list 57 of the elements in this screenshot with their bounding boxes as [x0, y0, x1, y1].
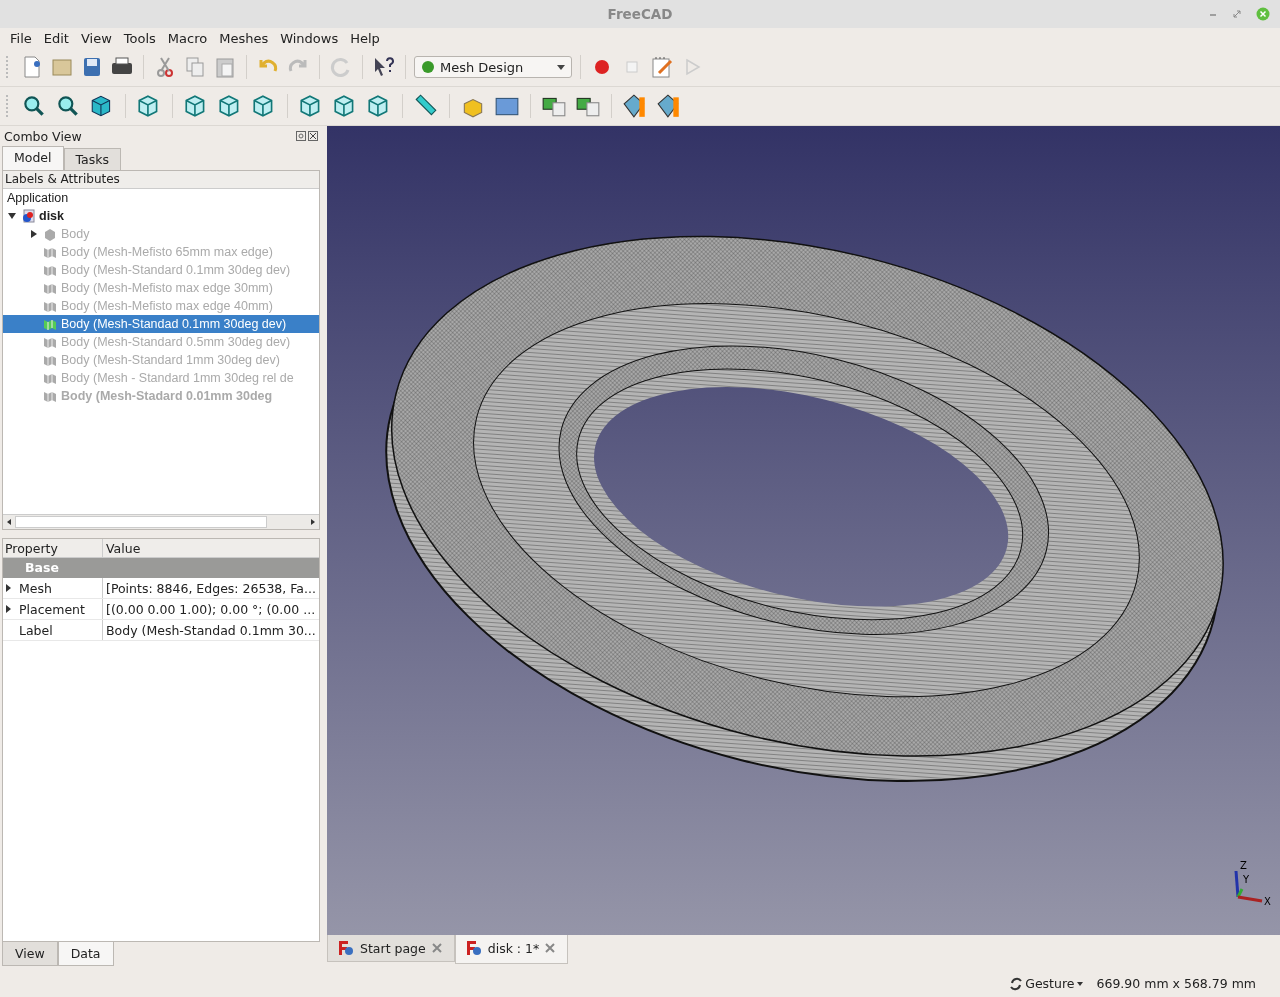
- property-name: Label: [19, 622, 53, 638]
- column-header: Property: [3, 539, 103, 557]
- restore-icon[interactable]: [1232, 9, 1242, 19]
- close-icon[interactable]: [308, 131, 318, 141]
- property-value[interactable]: Body (Mesh-Standad 0.1mm 30...: [103, 622, 319, 638]
- mesh-icon: [43, 353, 57, 367]
- horizontal-scrollbar[interactable]: [3, 514, 319, 529]
- caret-icon: [1076, 981, 1083, 986]
- document-tab[interactable]: disk : 1*: [454, 935, 569, 964]
- panel-tab[interactable]: Tasks: [63, 148, 122, 170]
- menu-item[interactable]: Help: [344, 30, 386, 46]
- navigation-style-button[interactable]: Gesture: [1009, 976, 1083, 991]
- mesh-icon: [43, 245, 57, 259]
- column-header: Labels & Attributes: [3, 171, 319, 189]
- expand-arrow-icon[interactable]: [7, 211, 17, 221]
- edit-macro-icon[interactable]: [649, 55, 675, 79]
- 3d-viewport[interactable]: Z Y X: [327, 126, 1280, 935]
- mesh-icon: [43, 335, 57, 349]
- property-name: Placement: [19, 601, 85, 617]
- property-group-header: Base: [3, 558, 319, 578]
- panel-tab[interactable]: View: [2, 942, 58, 966]
- mesh-icon: [43, 371, 57, 385]
- mesh-icon: [43, 281, 57, 295]
- body-icon: [43, 227, 57, 241]
- panel-tab[interactable]: Model: [2, 146, 64, 170]
- expand-arrow-icon[interactable]: [29, 229, 39, 239]
- float-icon[interactable]: [296, 131, 306, 141]
- property-value[interactable]: [Points: 8846, Edges: 26538, Fa...: [103, 580, 319, 596]
- axis-triad-drawing: Z Y X: [1230, 861, 1274, 907]
- property-value[interactable]: [(0.00 0.00 1.00); 0.00 °; (0.00 ...: [103, 601, 319, 617]
- mesh-icon: [43, 263, 57, 277]
- menu-item[interactable]: File: [4, 30, 38, 46]
- window-title: FreeCAD: [607, 6, 673, 22]
- menu-item[interactable]: Windows: [274, 30, 345, 46]
- tree-item[interactable]: disk: [39, 209, 64, 223]
- mesh-icon: [43, 389, 57, 403]
- expand-arrow-icon[interactable]: [5, 583, 13, 593]
- panel-tab[interactable]: Data: [57, 942, 114, 966]
- column-header: Value: [105, 540, 142, 556]
- menu-item[interactable]: View: [74, 30, 118, 46]
- workbench-dropdown[interactable]: Mesh Design: [414, 56, 572, 78]
- tree-item[interactable]: Application: [7, 191, 69, 205]
- property-name: Mesh: [19, 580, 52, 596]
- panel-title: Combo View: [4, 128, 82, 144]
- document-icon: [21, 209, 35, 223]
- mesh-icon: [43, 299, 57, 313]
- expand-arrow-icon[interactable]: [5, 604, 13, 614]
- sphere-icon: [421, 60, 435, 74]
- rotate-icon: [1009, 976, 1024, 991]
- caret-icon: [557, 64, 565, 70]
- menu-item[interactable]: Edit: [37, 30, 75, 46]
- dimensions-readout: 669.90 mm x 568.79 mm: [1096, 976, 1256, 991]
- menu-item[interactable]: Macro: [161, 30, 214, 46]
- menu-item[interactable]: Meshes: [213, 30, 275, 46]
- mesh-icon: [43, 317, 57, 331]
- menu-item[interactable]: Tools: [117, 30, 162, 46]
- document-tab[interactable]: Start page: [327, 935, 455, 962]
